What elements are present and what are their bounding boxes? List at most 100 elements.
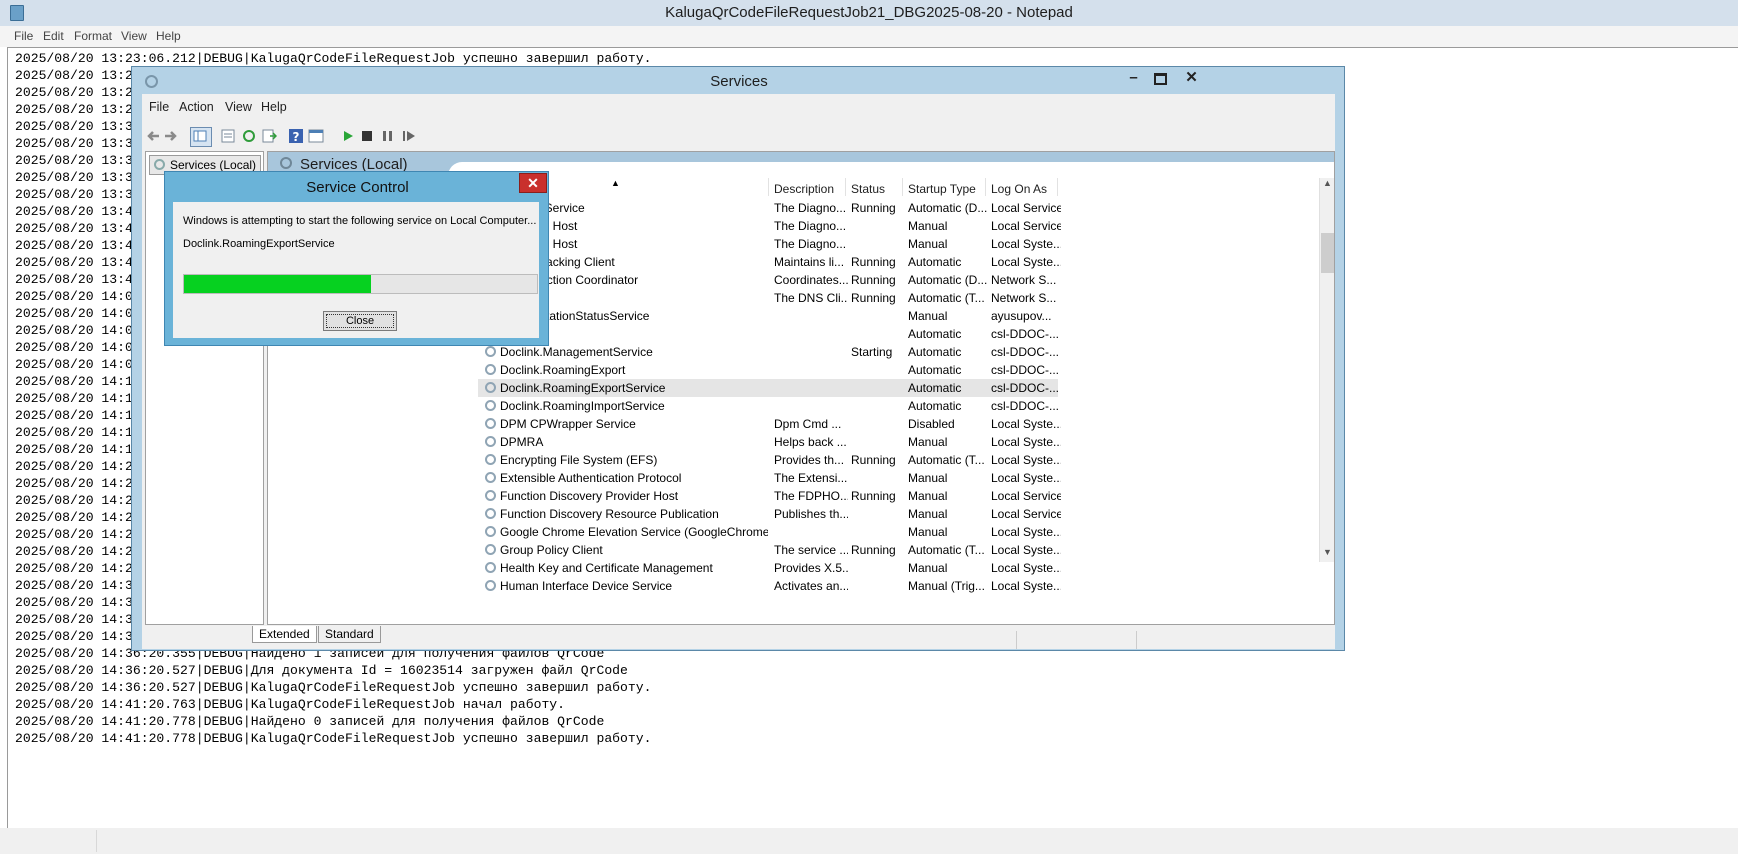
row-log-on-as: Network S... bbox=[991, 273, 1057, 287]
close-button[interactable]: Close bbox=[323, 311, 397, 331]
row-log-on-as: csl-DDOC-... bbox=[991, 345, 1059, 359]
row-log-on-as: Local Syste... bbox=[991, 417, 1061, 431]
show-action-pane-icon[interactable] bbox=[308, 128, 324, 144]
notepad-titlebar[interactable]: KalugaQrCodeFileRequestJob21_DBG2025-08-… bbox=[0, 0, 1738, 26]
row-description: The Diagno... bbox=[774, 201, 847, 215]
row-log-on-as: Local Syste... bbox=[991, 543, 1061, 557]
notepad-menu-edit[interactable]: Edit bbox=[43, 29, 64, 43]
row-description: Helps back ... bbox=[774, 435, 847, 449]
dialog-close-icon[interactable]: ✕ bbox=[519, 173, 547, 193]
help-icon[interactable]: ? bbox=[288, 128, 304, 144]
notepad-window-title: KalugaQrCodeFileRequestJob21_DBG2025-08-… bbox=[665, 4, 1073, 21]
row-description: The service ... bbox=[774, 543, 848, 557]
row-service-name: Function Discovery Provider Host bbox=[500, 489, 679, 503]
services-gear-icon bbox=[280, 157, 292, 169]
row-log-on-as: csl-DDOC-... bbox=[991, 381, 1059, 395]
notepad-menu-format[interactable]: Format bbox=[74, 29, 112, 43]
forward-icon[interactable] bbox=[163, 128, 179, 144]
close-window-button[interactable]: ✕ bbox=[1178, 68, 1205, 90]
service-control-dialog[interactable]: Service Control ✕ Windows is attempting … bbox=[164, 171, 549, 346]
start-service-icon[interactable] bbox=[340, 128, 356, 144]
dialog-body: Windows is attempting to start the follo… bbox=[173, 202, 539, 338]
scroll-up-icon[interactable]: ▲ bbox=[1323, 178, 1332, 188]
services-menu-file[interactable]: File bbox=[149, 100, 169, 114]
row-startup-type: Manual bbox=[908, 237, 948, 251]
back-icon[interactable] bbox=[145, 128, 161, 144]
service-gear-icon bbox=[485, 526, 496, 537]
services-menu-view[interactable]: View bbox=[225, 100, 252, 114]
log-line: 2025/08/20 13:4 bbox=[15, 255, 133, 270]
log-line: 2025/08/20 14:41:20.778|DEBUG|KalugaQrCo… bbox=[15, 731, 652, 746]
log-line: 2025/08/20 13:4 bbox=[15, 238, 133, 253]
notepad-menu-help[interactable]: Help bbox=[156, 29, 181, 43]
row-log-on-as: Local Syste... bbox=[991, 525, 1061, 539]
row-log-on-as: Local Syste... bbox=[991, 561, 1061, 575]
scrollbar-thumb[interactable] bbox=[1321, 233, 1334, 273]
row-startup-type: Automatic (T... bbox=[908, 291, 985, 305]
column-separator bbox=[902, 178, 903, 196]
column-header-status[interactable]: Status bbox=[851, 182, 885, 196]
log-line: 2025/08/20 13:4 bbox=[15, 204, 133, 219]
row-status: Running bbox=[851, 489, 896, 503]
tree-item-label: Services (Local) bbox=[170, 158, 257, 172]
column-header-startup-type[interactable]: Startup Type bbox=[908, 182, 976, 196]
sort-ascending-icon: ▲ bbox=[611, 178, 620, 188]
row-service-name: Doclink.RoamingExport bbox=[500, 363, 626, 377]
log-line: 2025/08/20 14:1 bbox=[15, 374, 133, 389]
row-service-name: Doclink.ManagementService bbox=[500, 345, 653, 359]
show-hide-console-tree-icon[interactable] bbox=[190, 127, 212, 147]
progress-fill bbox=[184, 275, 372, 293]
vertical-scrollbar[interactable]: ▲ ▼ bbox=[1319, 178, 1334, 562]
stop-service-icon[interactable] bbox=[359, 128, 375, 144]
row-startup-type: Automatic bbox=[908, 255, 962, 269]
log-line: 2025/08/20 13:4 bbox=[15, 272, 133, 287]
restart-service-icon[interactable] bbox=[401, 128, 417, 144]
row-service-name: Group Policy Client bbox=[500, 543, 603, 557]
row-service-name: Encrypting File System (EFS) bbox=[500, 453, 658, 467]
column-header-log-on-as[interactable]: Log On As bbox=[991, 182, 1047, 196]
row-description: Provides th... bbox=[774, 453, 845, 467]
pause-service-icon[interactable] bbox=[380, 128, 396, 144]
row-log-on-as: Local Service bbox=[991, 507, 1061, 521]
maximize-button[interactable] bbox=[1147, 68, 1174, 90]
properties-icon[interactable] bbox=[220, 128, 236, 144]
row-log-on-as: Local Service bbox=[991, 201, 1061, 215]
export-list-icon[interactable] bbox=[261, 128, 278, 144]
row-status: Running bbox=[851, 273, 896, 287]
column-separator bbox=[1057, 178, 1058, 196]
log-line: 2025/08/20 13:3 bbox=[15, 119, 133, 134]
row-startup-type: Manual bbox=[908, 507, 948, 521]
row-description: Activates an... bbox=[774, 579, 848, 593]
services-menu-help[interactable]: Help bbox=[261, 100, 287, 114]
row-description: The Diagno... bbox=[774, 237, 847, 251]
row-description: Provides X.5... bbox=[774, 561, 848, 575]
minimize-button[interactable]: – bbox=[1120, 68, 1147, 90]
services-window[interactable]: Services – ✕ File Action View Help ? Ser… bbox=[131, 66, 1345, 651]
service-gear-icon bbox=[485, 490, 496, 501]
services-menu-action[interactable]: Action bbox=[179, 100, 214, 114]
row-log-on-as: Local Syste... bbox=[991, 453, 1061, 467]
row-status: Running bbox=[851, 201, 896, 215]
row-status: Running bbox=[851, 291, 896, 305]
scroll-down-icon[interactable]: ▼ bbox=[1323, 547, 1332, 557]
notepad-menubar: File Edit Format View Help bbox=[0, 26, 1738, 47]
row-service-name: DPMRA bbox=[500, 435, 544, 449]
service-gear-icon bbox=[485, 400, 496, 411]
status-divider bbox=[96, 830, 97, 852]
refresh-icon[interactable] bbox=[241, 128, 257, 144]
notepad-menu-view[interactable]: View bbox=[121, 29, 147, 43]
row-startup-type: Manual bbox=[908, 525, 948, 539]
column-separator bbox=[845, 178, 846, 196]
log-line: 2025/08/20 14:41:20.763|DEBUG|KalugaQrCo… bbox=[15, 697, 566, 712]
notepad-menu-file[interactable]: File bbox=[14, 29, 33, 43]
services-pane-header: Services (Local) bbox=[268, 152, 1334, 178]
status-divider bbox=[1016, 631, 1017, 649]
log-line: 2025/08/20 14:2 bbox=[15, 544, 133, 559]
row-description: Coordinates... bbox=[774, 273, 848, 287]
row-description: Dpm Cmd ... bbox=[774, 417, 842, 431]
row-startup-type: Automatic (D... bbox=[908, 273, 988, 287]
service-gear-icon bbox=[485, 454, 496, 465]
log-line: 2025/08/20 14:2 bbox=[15, 459, 133, 474]
row-description: The DNS Cli... bbox=[774, 291, 848, 305]
column-header-description[interactable]: Description bbox=[774, 182, 834, 196]
